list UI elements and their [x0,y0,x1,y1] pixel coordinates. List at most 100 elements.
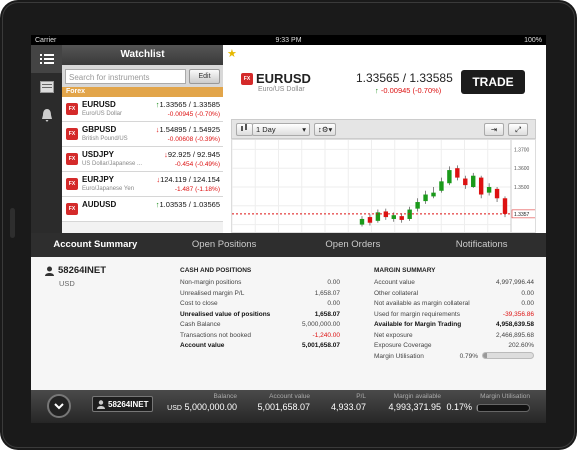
fx-badge-icon: FX [66,128,78,140]
balance-label: Balance [213,393,238,400]
account-id-label: 58264INET [58,265,107,276]
side-nav [31,45,62,233]
account-value-amount: 5,001,658.07 [257,402,310,412]
chevron-down-icon [54,402,64,409]
clock: 9:33 PM [275,36,302,44]
account-currency: USD [59,279,75,288]
section-header-forex: Forex [62,87,223,97]
candle-body [431,192,436,197]
margin-available-value: 4,993,371.95 [388,402,441,412]
watchlist-row-text: EURUSD Euro/US Dollar ↑1.33565 / 1.33585 -0… [82,97,223,122]
row-symbol: EURUSD [82,99,116,109]
account-summary-panel: 58264INET USD CASH AND POSITIONS Non-mar… [31,257,546,390]
summary-row: Unrealised value of positions 1,658.07 [180,310,340,321]
instrument-symbol: EURUSD [256,71,311,86]
row-value: 4,997,996.44 [496,279,534,286]
current-price-label: 1.3357 [514,212,530,218]
footer-util-bar [476,403,530,412]
balance-value: USD 5,000,000.00 [167,402,237,412]
y-tick-label: 1.3600 [514,166,530,172]
summary-row: Used for margin requirements -39,356.86 [374,310,534,321]
fx-badge-icon: FX [66,203,78,215]
candle-body [502,198,508,214]
nav-account[interactable] [31,73,62,101]
candle-body [486,187,492,193]
row-value: 0.00 [327,300,340,307]
margin-section-title: MARGIN SUMMARY [374,267,436,274]
row-symbol: AUDUSD [82,199,117,209]
summary-row: Transactions not booked -1,240.00 [180,331,340,342]
edit-button[interactable]: Edit [189,68,220,84]
watchlist-row-eurjpy[interactable]: FX EURJPY Euro/Japanese Yen ↓124.119 / 124.… [62,172,223,197]
tab-notifications[interactable]: Notifications [417,233,546,257]
margin-utilisation-label: Margin Utilisation [374,352,424,360]
search-input[interactable]: Search for instruments [65,68,186,84]
row-name: Euro/US Dollar [82,110,123,117]
row-name: British Pound/US [82,135,128,142]
price-chart[interactable]: 1.3700 1.3600 1.3500 1.3357 [231,139,536,233]
nav-notifications[interactable] [31,101,62,129]
watchlist-row-text: EURJPY Euro/Japanese Yen ↓124.119 / 124.15… [82,172,223,197]
favorite-star-icon[interactable]: ★ [227,47,237,60]
footer-account-id: 58264INET [108,399,149,409]
watchlist-row-usdjpy[interactable]: FX USDJPY US Dollar/Japanese ... ↓92.925 / … [62,147,223,172]
indicator-icon: ↕⚙▾ [318,125,333,134]
row-label: Available for Margin Trading [374,321,462,328]
user-icon [97,399,105,409]
timeframe-select[interactable]: 1 Day ▾ [252,123,310,136]
tab-open-orders[interactable]: Open Orders [289,233,418,257]
timeframe-value: 1 Day [256,125,276,134]
candle-body [471,175,476,187]
margin-utilisation-fill [483,353,487,359]
tab-open-positions[interactable]: Open Positions [160,233,289,257]
trade-button[interactable]: TRADE [461,70,525,94]
tab-account-summary[interactable]: Account Summary [31,233,160,261]
row-value: 1,658.07 [314,289,340,297]
watchlist-panel: Watchlist Search for instruments Edit Fo… [62,45,223,233]
summary-row: Account value 5,001,658.07 [180,341,340,352]
row-label: Account value [180,342,225,349]
margin-utilisation-percent: 0.79% [459,352,478,360]
fullscreen-button[interactable]: ⤢ [508,123,528,136]
instrument-panel: ★ FX EURUSD Euro/US Dollar 1.33565 / 1.3… [223,45,546,233]
cash-section-title: CASH AND POSITIONS [180,267,252,274]
footer-account-selector[interactable]: 58264INET [92,396,154,412]
watchlist-row-audusd[interactable]: FX AUDUSD ↑1.03535 / 1.03565 [62,197,223,222]
collapse-button[interactable] [47,394,71,418]
bell-icon [41,108,52,122]
margin-summary-section: MARGIN SUMMARY Account value 4,997,996.44… [374,267,534,362]
scroll-end-button[interactable]: ⇥ [484,123,504,136]
pl-value: 4,933.07 [330,402,366,412]
row-value: 0.00 [521,289,534,297]
candle-body [447,170,452,184]
footer-margin-available: Margin available 4,993,371.95 [388,393,441,412]
y-tick-label: 1.3500 [514,185,530,191]
row-label: Unrealised margin P/L [180,289,245,297]
candle-body [478,177,484,195]
indicator-button[interactable]: ↕⚙▾ [314,123,337,136]
summary-row: Other collateral 0.00 [374,289,534,300]
row-label: Non-margin positions [180,279,242,286]
footer-pl: P/L 4,933.07 [331,393,366,412]
scroll-end-icon: ⇥ [490,125,498,134]
watchlist-row-gbpusd[interactable]: FX GBPUSD British Pound/US ↓1.54895 / 1.549… [62,122,223,147]
row-change: -1.487 (-1.18%) [174,185,220,193]
pl-label: P/L [356,393,366,400]
chart-type-button[interactable] [236,123,253,136]
candle-body [455,168,460,178]
row-symbol: EURJPY [82,174,115,184]
row-symbol: USDJPY [82,149,115,159]
fx-badge-icon: FX [66,178,78,190]
summary-row: Available for Margin Trading 4,958,639.58 [374,320,534,331]
row-price-value: 1.54895 / 1.54925 [159,124,220,134]
row-value: 5,000,000.00 [302,321,340,328]
nav-watchlist[interactable] [31,45,62,73]
row-label: Account value [374,279,415,286]
cash-positions-section: CASH AND POSITIONS Non-margin positions 0… [180,267,340,352]
summary-row: Account value 4,997,996.44 [374,278,534,289]
summary-row: Unrealised margin P/L 1,658.07 [180,289,340,300]
row-name: Euro/Japanese Yen [82,185,135,192]
footer-util-value: 0.17% [446,402,530,412]
watchlist-row-eurusd[interactable]: FX EURUSD Euro/US Dollar ↑1.33565 / 1.33585… [62,97,223,122]
instrument-name: Euro/US Dollar [258,86,305,93]
